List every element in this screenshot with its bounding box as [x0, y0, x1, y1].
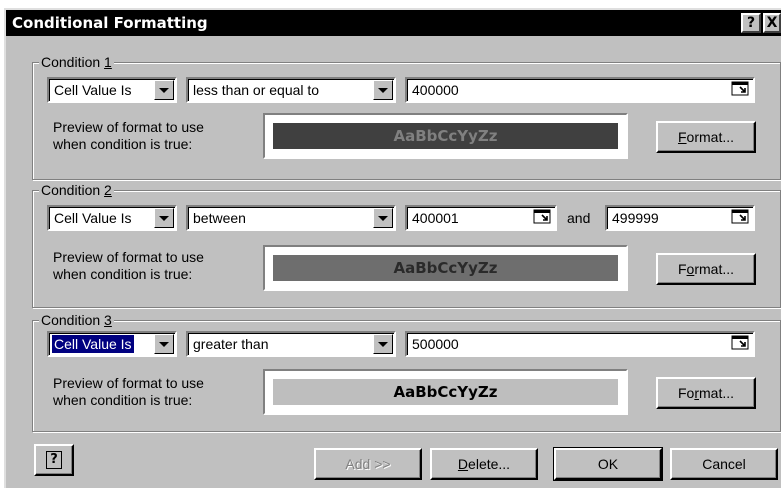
condition-2-preview-text: AaBbCcYyZz: [273, 255, 618, 281]
condition-1-preview-text: AaBbCcYyZz: [273, 123, 618, 149]
condition-1-format-button[interactable]: Format...: [656, 121, 756, 153]
chevron-down-icon[interactable]: [373, 334, 393, 354]
cancel-button[interactable]: Cancel: [670, 448, 778, 480]
condition-2-preview-label: Preview of format to use when condition …: [53, 249, 204, 282]
condition-3-type-select[interactable]: Cell Value Is: [47, 331, 177, 357]
and-label: and: [567, 210, 591, 226]
ok-button[interactable]: OK: [553, 447, 663, 481]
condition-2-legend: Condition 2: [39, 181, 114, 199]
condition-3-preview-box: AaBbCcYyZz: [263, 369, 628, 415]
condition-3-group: Condition 3 Cell Value Is greater than 5…: [32, 311, 781, 432]
condition-1-group: Condition 1 Cell Value Is less than or e…: [32, 53, 781, 180]
condition-2-value1-text: 400001: [412, 210, 459, 226]
collapse-dialog-icon[interactable]: [533, 208, 553, 226]
condition-1-legend: Condition 1: [39, 53, 114, 71]
chevron-down-icon[interactable]: [373, 208, 393, 228]
condition-3-format-button[interactable]: Fo r mat...: [656, 377, 756, 409]
condition-1-value-input[interactable]: 400000: [405, 77, 755, 103]
dialog-title: Conditional Formatting: [12, 14, 208, 32]
add-button[interactable]: Add >>: [314, 448, 422, 480]
help-icon: ?: [46, 451, 62, 469]
title-bar: Conditional Formatting ? X: [6, 10, 781, 36]
chevron-down-icon[interactable]: [154, 208, 174, 228]
collapse-dialog-icon[interactable]: [731, 334, 751, 352]
condition-2-value2-text: 499999: [612, 210, 659, 226]
close-icon[interactable]: X: [763, 13, 781, 33]
condition-2-format-button[interactable]: Fo rmat...: [656, 253, 756, 285]
condition-3-value-input[interactable]: 500000: [405, 331, 755, 357]
condition-2-type-value: Cell Value Is: [54, 210, 132, 226]
condition-3-operator-value: greater than: [193, 336, 269, 352]
delete-button[interactable]: Delete...: [430, 448, 538, 480]
condition-3-value-text: 500000: [412, 336, 459, 352]
condition-3-preview-label: Preview of format to use when condition …: [53, 375, 204, 408]
condition-2-type-select[interactable]: Cell Value Is: [47, 205, 177, 231]
condition-1-operator-select[interactable]: less than or equal to: [186, 77, 396, 103]
chevron-down-icon[interactable]: [154, 334, 174, 354]
condition-1-preview-label: Preview of format to use when condition …: [53, 119, 204, 152]
condition-2-value1-input[interactable]: 400001: [405, 205, 557, 231]
collapse-dialog-icon[interactable]: [731, 208, 751, 226]
condition-2-operator-select[interactable]: between: [186, 205, 396, 231]
condition-1-value-text: 400000: [412, 82, 459, 98]
condition-3-operator-select[interactable]: greater than: [186, 331, 396, 357]
condition-1-operator-value: less than or equal to: [193, 82, 320, 98]
help-button[interactable]: ?: [34, 444, 74, 476]
condition-3-legend: Condition 3: [39, 311, 114, 329]
condition-3-preview-text: AaBbCcYyZz: [273, 379, 618, 405]
condition-1-type-value: Cell Value Is: [54, 82, 132, 98]
condition-3-type-value: Cell Value Is: [51, 334, 135, 354]
condition-2-value2-input[interactable]: 499999: [605, 205, 755, 231]
condition-2-preview-box: AaBbCcYyZz: [263, 245, 628, 291]
condition-2-group: Condition 2 Cell Value Is between 400001…: [32, 181, 781, 308]
condition-1-preview-box: AaBbCcYyZz: [263, 113, 628, 159]
conditional-formatting-dialog: Conditional Formatting ? X Condition 1 C…: [4, 8, 781, 488]
condition-1-type-select[interactable]: Cell Value Is: [47, 77, 177, 103]
chevron-down-icon[interactable]: [373, 80, 393, 100]
help-icon[interactable]: ?: [741, 13, 761, 33]
condition-2-operator-value: between: [193, 210, 246, 226]
collapse-dialog-icon[interactable]: [731, 80, 751, 98]
chevron-down-icon[interactable]: [154, 80, 174, 100]
